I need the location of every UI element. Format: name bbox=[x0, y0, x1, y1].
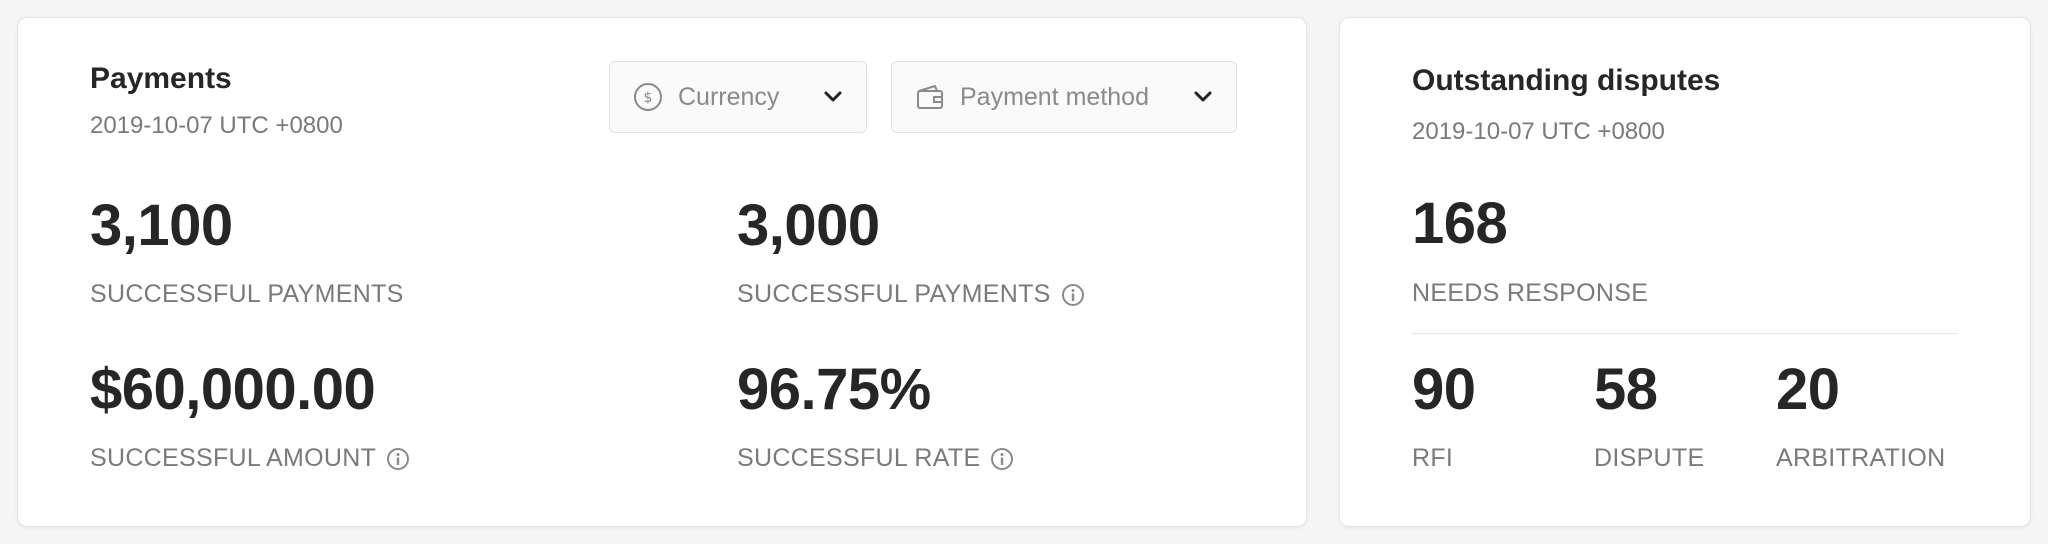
metric-label: SUCCESSFUL PAYMENTS bbox=[737, 280, 1085, 309]
payment-method-dropdown[interactable]: Payment method bbox=[891, 61, 1237, 133]
payments-title: Payments bbox=[90, 62, 232, 95]
payments-date: 2019-10-07 UTC +0800 bbox=[90, 112, 343, 139]
metric-label-text: NEEDS RESPONSE bbox=[1412, 279, 1649, 307]
svg-text:$: $ bbox=[644, 90, 653, 106]
disputes-card: Outstanding disputes 2019-10-07 UTC +080… bbox=[1339, 17, 2031, 527]
dispute-value: 58 bbox=[1594, 357, 1658, 422]
currency-dropdown-label: Currency bbox=[678, 82, 780, 111]
metric-label-text: DISPUTE bbox=[1594, 444, 1705, 472]
rfi-label: RFI bbox=[1412, 444, 1453, 473]
metric-label-text: ARBITRATION bbox=[1776, 444, 1946, 472]
metric-label: SUCCESSFUL RATE bbox=[737, 444, 1014, 473]
needs-response-label: NEEDS RESPONSE bbox=[1412, 279, 1648, 308]
disputes-title: Outstanding disputes bbox=[1412, 64, 1721, 97]
currency-dropdown[interactable]: $ Currency bbox=[609, 61, 867, 133]
metric-label: SUCCESSFUL AMOUNT bbox=[90, 444, 410, 473]
metric-label-text: SUCCESSFUL PAYMENTS bbox=[737, 280, 1051, 308]
wallet-icon bbox=[914, 81, 946, 113]
info-icon[interactable] bbox=[1061, 283, 1085, 307]
metric-label-text: RFI bbox=[1412, 444, 1454, 472]
arbitration-label: ARBITRATION bbox=[1776, 444, 1946, 473]
metric-value: $60,000.00 bbox=[90, 357, 376, 422]
info-icon[interactable] bbox=[990, 447, 1014, 471]
disputes-date: 2019-10-07 UTC +0800 bbox=[1412, 118, 1665, 145]
divider bbox=[1412, 333, 1958, 334]
metric-label-text: SUCCESSFUL RATE bbox=[737, 444, 981, 472]
dollar-coin-icon: $ bbox=[632, 81, 664, 113]
arbitration-value: 20 bbox=[1776, 357, 1840, 422]
needs-response-value: 168 bbox=[1412, 191, 1508, 256]
metric-value: 3,000 bbox=[737, 193, 880, 258]
chevron-down-icon bbox=[1192, 86, 1214, 108]
metric-label: SUCCESSFUL PAYMENTS bbox=[90, 280, 404, 309]
chevron-down-icon bbox=[822, 86, 844, 108]
payments-card: Payments 2019-10-07 UTC +0800 $ Currency… bbox=[17, 17, 1307, 527]
info-icon[interactable] bbox=[386, 447, 410, 471]
metric-value: 3,100 bbox=[90, 193, 233, 258]
payment-method-dropdown-label: Payment method bbox=[960, 82, 1149, 111]
metric-label-text: SUCCESSFUL PAYMENTS bbox=[90, 280, 404, 308]
metric-value: 96.75% bbox=[737, 357, 931, 422]
dispute-label: DISPUTE bbox=[1594, 444, 1704, 473]
rfi-value: 90 bbox=[1412, 357, 1476, 422]
metric-label-text: SUCCESSFUL AMOUNT bbox=[90, 444, 377, 472]
